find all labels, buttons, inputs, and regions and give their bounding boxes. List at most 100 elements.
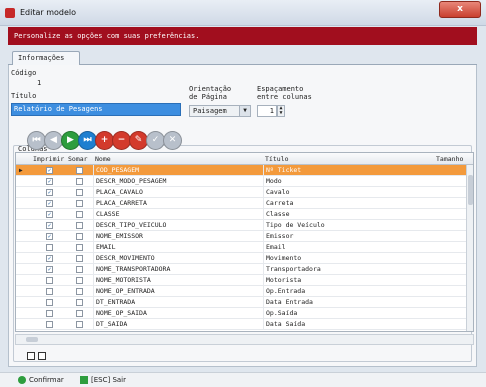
table-row[interactable]: ✓ NOME_TRANSPORTADORA Transportadora [16,264,466,275]
cell-titulo[interactable]: Tipo de Veículo [263,220,433,231]
codigo-label: Código [11,69,37,77]
somar-checkbox[interactable] [76,167,83,174]
grid-header: Imprimir Somar Nome Título Tamanho [16,153,473,165]
orientacao-value: Paisagem [193,107,227,115]
imprimir-checkbox[interactable] [46,310,53,317]
imprimir-checkbox[interactable]: ✓ [46,222,53,229]
cell-titulo[interactable]: Carreta [263,198,433,209]
window-title: Editar modelo [20,8,77,17]
cell-titulo[interactable]: Data Entrada [263,297,433,308]
table-row[interactable]: ✓ PLACA_CARRETA Carreta [16,198,466,209]
imprimir-checkbox[interactable]: ✓ [46,167,53,174]
somar-checkbox[interactable] [76,266,83,273]
cell-titulo[interactable]: Data Saída [263,319,433,330]
cell-titulo[interactable]: Classe [263,209,433,220]
titulo-label: Título [11,92,37,100]
somar-checkbox[interactable] [76,277,83,284]
vertical-scrollbar[interactable] [466,165,473,331]
imprimir-checkbox[interactable]: ✓ [46,178,53,185]
cell-nome: PLACA_CARRETA [93,198,258,209]
titulo-input[interactable]: Relatório de Pesagens [11,103,181,116]
table-row[interactable]: ▶ ✓ COD_PESAGEM Nº Ticket [16,165,466,176]
imprimir-checkbox[interactable] [46,277,53,284]
header-tamanho[interactable]: Tamanho [436,153,463,165]
table-row[interactable]: ✓ DESCR_TIPO_VEICULO Tipo de Veículo [16,220,466,231]
codigo-value: 1 [37,79,42,87]
table-row[interactable]: NOME_OP_ENTRADA Op.Entrada [16,286,466,297]
header-imprimir[interactable]: Imprimir [33,153,64,165]
somar-checkbox[interactable] [76,244,83,251]
somar-checkbox[interactable] [76,310,83,317]
tab-informacoes[interactable]: Informações [12,51,80,65]
exit-button[interactable]: [ESC] Sair [80,374,126,386]
scroll-thumb[interactable] [468,175,473,205]
somar-checkbox[interactable] [76,189,83,196]
somar-checkbox[interactable] [76,233,83,240]
table-row[interactable]: EMAIL Email [16,242,466,253]
columns-grid: Imprimir Somar Nome Título Tamanho ▶ ✓ COD… [15,152,474,332]
cell-titulo[interactable]: Op.Saída [263,308,433,319]
imprimir-checkbox[interactable]: ✓ [46,266,53,273]
imprimir-checkbox[interactable]: ✓ [46,189,53,196]
cell-titulo[interactable]: Nº Ticket [263,165,433,176]
exit-label: [ESC] Sair [91,376,126,384]
info-banner: Personalize as opções com suas preferênc… [8,27,477,45]
close-button[interactable]: x [439,1,481,18]
table-row[interactable]: ✓ CLASSE Classe [16,209,466,220]
scroll-thumb[interactable] [26,337,38,342]
header-somar[interactable]: Somar [68,153,88,165]
cell-titulo[interactable]: Op.Entrada [263,286,433,297]
confirm-icon [18,376,26,384]
imprimir-checkbox[interactable]: ✓ [46,211,53,218]
imprimir-checkbox[interactable]: ✓ [46,255,53,262]
table-row[interactable]: ✓ DESCR_MOVIMENTO Movimento [16,253,466,264]
confirm-button[interactable]: Confirmar [18,374,64,386]
cell-titulo[interactable]: Cavalo [263,187,433,198]
imprimir-checkbox[interactable]: ✓ [46,233,53,240]
imprimir-checkbox[interactable] [46,244,53,251]
cell-nome: DESCR_MOVIMENTO [93,253,258,264]
imprimir-checkbox[interactable] [46,288,53,295]
orientacao-select[interactable]: Paisagem ▼ [189,105,251,117]
cancel-icon[interactable]: ✕ [163,131,182,150]
somar-checkbox[interactable] [76,288,83,295]
footer-bar: Confirmar [ESC] Sair [0,372,486,387]
cell-nome: NOME_OP_SAIDA [93,308,258,319]
imprimir-checkbox[interactable] [46,299,53,306]
cell-nome: NOME_MOTORISTA [93,275,258,286]
espacamento-stepper[interactable]: ▲ ▼ [277,105,285,117]
table-row[interactable]: ✓ PLACA_CAVALO Cavalo [16,187,466,198]
somar-checkbox[interactable] [76,178,83,185]
chevron-down-icon[interactable]: ▼ [239,106,250,116]
cell-titulo[interactable]: Movimento [263,253,433,264]
cell-nome: NOME_OP_ENTRADA [93,286,258,297]
espacamento-label-1: Espaçamento [257,85,304,93]
somar-checkbox[interactable] [76,321,83,328]
somar-checkbox[interactable] [76,255,83,262]
table-row[interactable]: DT_SAIDA Data Saída [16,319,466,330]
cell-titulo[interactable]: Email [263,242,433,253]
table-row[interactable]: ✓ NOME_EMISSOR Emissor [16,231,466,242]
somar-checkbox[interactable] [76,299,83,306]
cell-nome: PLACA_CAVALO [93,187,258,198]
header-titulo[interactable]: Título [265,153,288,165]
table-row[interactable]: NOME_OP_SAIDA Op.Saída [16,308,466,319]
cell-titulo[interactable]: Emissor [263,231,433,242]
horizontal-scrollbar[interactable] [15,334,474,345]
cell-titulo[interactable]: Motorista [263,275,433,286]
espacamento-input[interactable]: 1 [257,105,277,117]
imprimir-checkbox[interactable]: ✓ [46,200,53,207]
cell-titulo[interactable]: Transportadora [263,264,433,275]
somar-checkbox[interactable] [76,211,83,218]
cell-nome: DT_ENTRADA [93,297,258,308]
square-icon[interactable] [38,352,46,360]
cell-titulo[interactable]: Modo [263,176,433,187]
imprimir-checkbox[interactable] [46,321,53,328]
header-nome[interactable]: Nome [95,153,111,165]
somar-checkbox[interactable] [76,222,83,229]
somar-checkbox[interactable] [76,200,83,207]
table-row[interactable]: DT_ENTRADA Data Entrada [16,297,466,308]
table-row[interactable]: ✓ DESCR_MODO_PESAGEM Modo [16,176,466,187]
table-row[interactable]: NOME_MOTORISTA Motorista [16,275,466,286]
checkbox-icon[interactable] [27,352,35,360]
